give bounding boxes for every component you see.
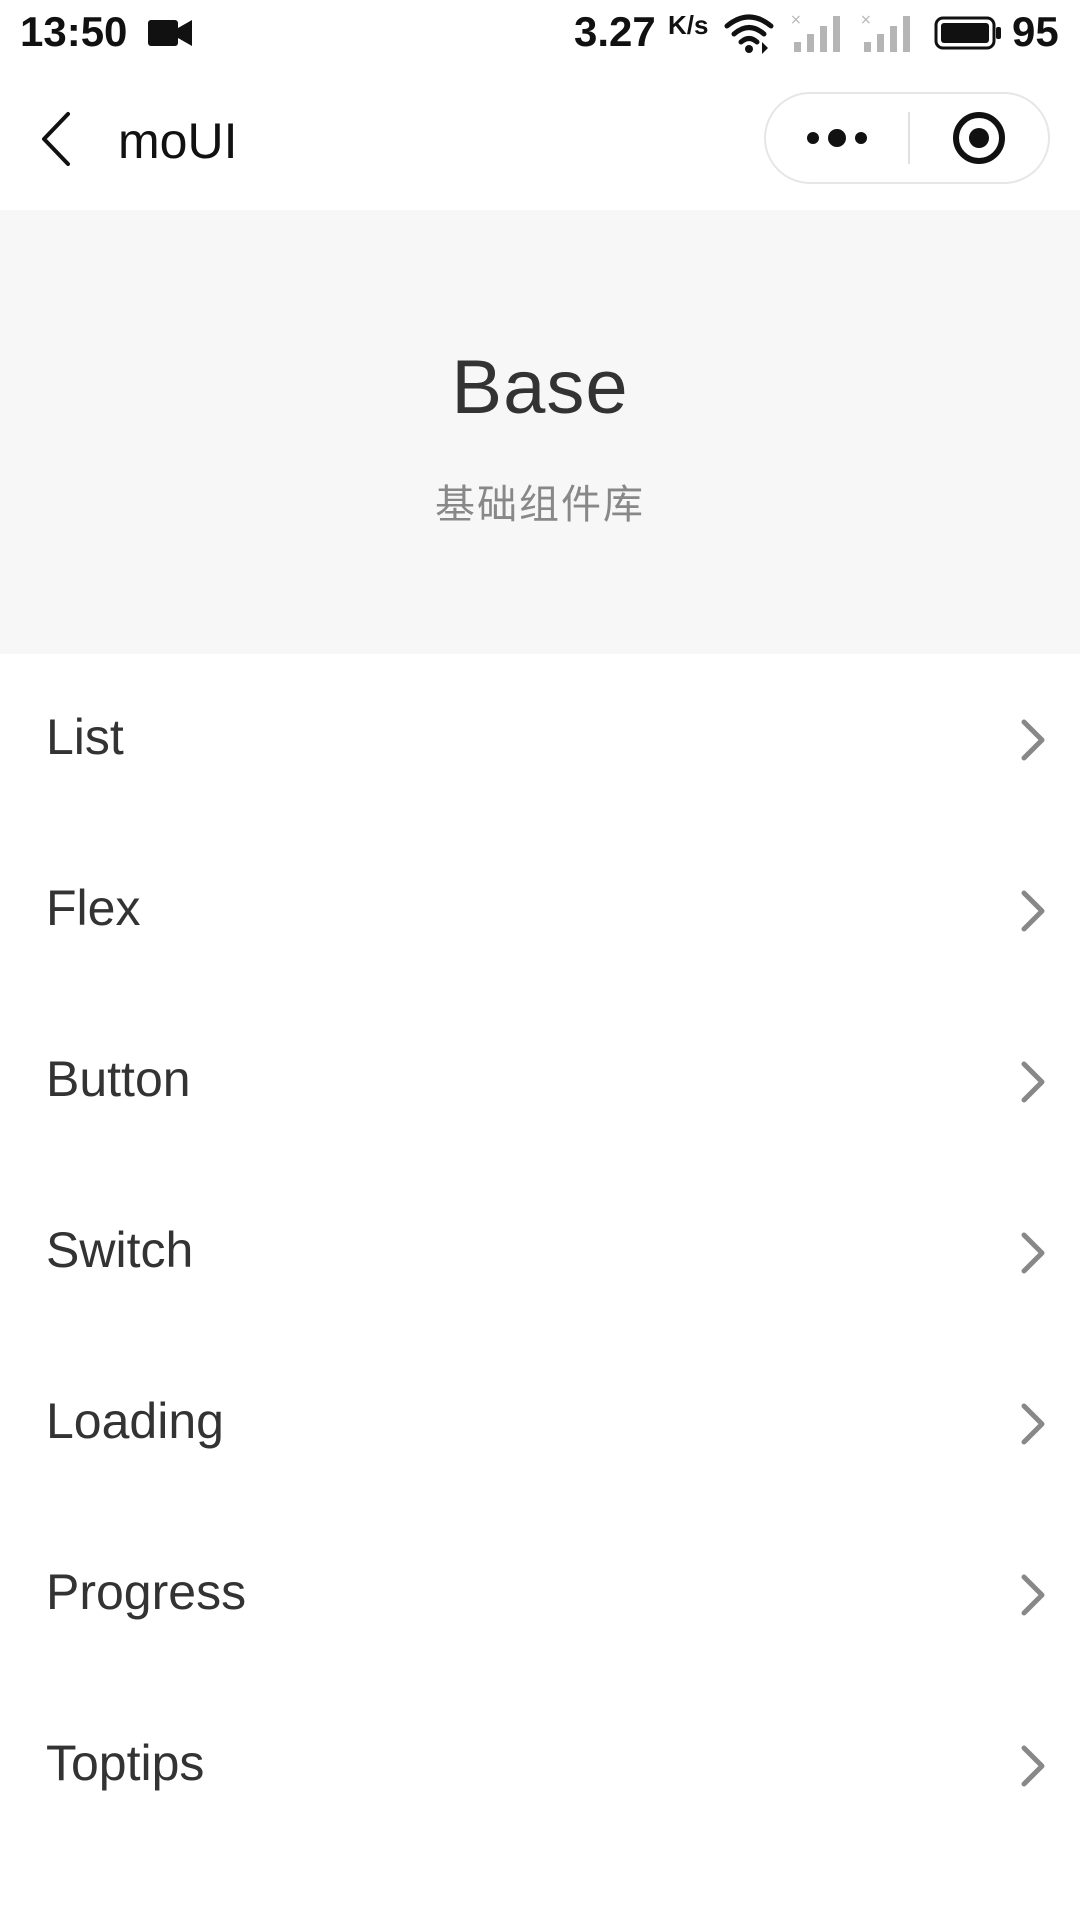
- header-subtitle: 基础组件库: [435, 483, 645, 527]
- signal-off-icon: ×: [790, 12, 840, 52]
- list-item-label: Toptips: [46, 1735, 205, 1791]
- signal-off-icon: ×: [860, 12, 910, 52]
- chevron-right-icon: [1021, 1232, 1045, 1274]
- chevron-right-icon: [1021, 1403, 1045, 1445]
- header-panel: Base 基础组件库: [0, 210, 1080, 654]
- list-item-flex[interactable]: Flex: [0, 825, 1080, 996]
- list-item-button[interactable]: Button: [0, 996, 1080, 1167]
- battery-level: 95: [1012, 8, 1059, 55]
- screen: 13:50 3.27 K/s × × 95 moUI Base 基础组件库 Li…: [0, 0, 1080, 1920]
- video-camera-icon: [148, 20, 192, 46]
- list-item-label: Progress: [46, 1564, 247, 1620]
- close-miniprogram-button[interactable]: [910, 94, 1048, 182]
- list-item-toptips[interactable]: Toptips: [0, 1680, 1080, 1851]
- more-button[interactable]: [766, 94, 908, 182]
- battery-icon: [934, 16, 1001, 50]
- list-item-label: List: [46, 709, 124, 765]
- chevron-right-icon: [1021, 1574, 1045, 1616]
- capsule-menu: [764, 92, 1050, 184]
- list-item-loading[interactable]: Loading: [0, 1338, 1080, 1509]
- list-item-label: Button: [46, 1051, 191, 1107]
- list-item-switch[interactable]: Switch: [0, 1167, 1080, 1338]
- network-speed: 3.27: [574, 8, 656, 55]
- chevron-right-icon: [1021, 1061, 1045, 1103]
- wifi-icon: [724, 14, 774, 54]
- header-title: Base: [451, 345, 629, 430]
- svg-text:×: ×: [790, 12, 802, 28]
- list-item-list[interactable]: List: [0, 654, 1080, 825]
- nav-bar: moUI: [0, 68, 1080, 210]
- list-item-label: Flex: [46, 880, 141, 936]
- status-bar: 13:50 3.27 K/s × × 95: [0, 0, 1080, 68]
- chevron-right-icon: [1021, 1745, 1045, 1787]
- status-time: 13:50: [20, 8, 128, 55]
- list-item-label: Loading: [46, 1393, 224, 1449]
- network-speed-unit: K/s: [668, 10, 709, 40]
- target-circle-icon: [953, 112, 1005, 164]
- chevron-right-icon: [1021, 719, 1045, 761]
- component-list: List Flex Button Switch Loading Progress…: [0, 654, 1080, 1851]
- chevron-left-icon[interactable]: [36, 106, 80, 172]
- chevron-right-icon: [1021, 890, 1045, 932]
- list-item-label: Switch: [46, 1222, 194, 1278]
- more-dots-icon: [807, 129, 867, 147]
- list-item-progress[interactable]: Progress: [0, 1509, 1080, 1680]
- svg-text:×: ×: [860, 12, 872, 28]
- page-title: moUI: [118, 113, 238, 169]
